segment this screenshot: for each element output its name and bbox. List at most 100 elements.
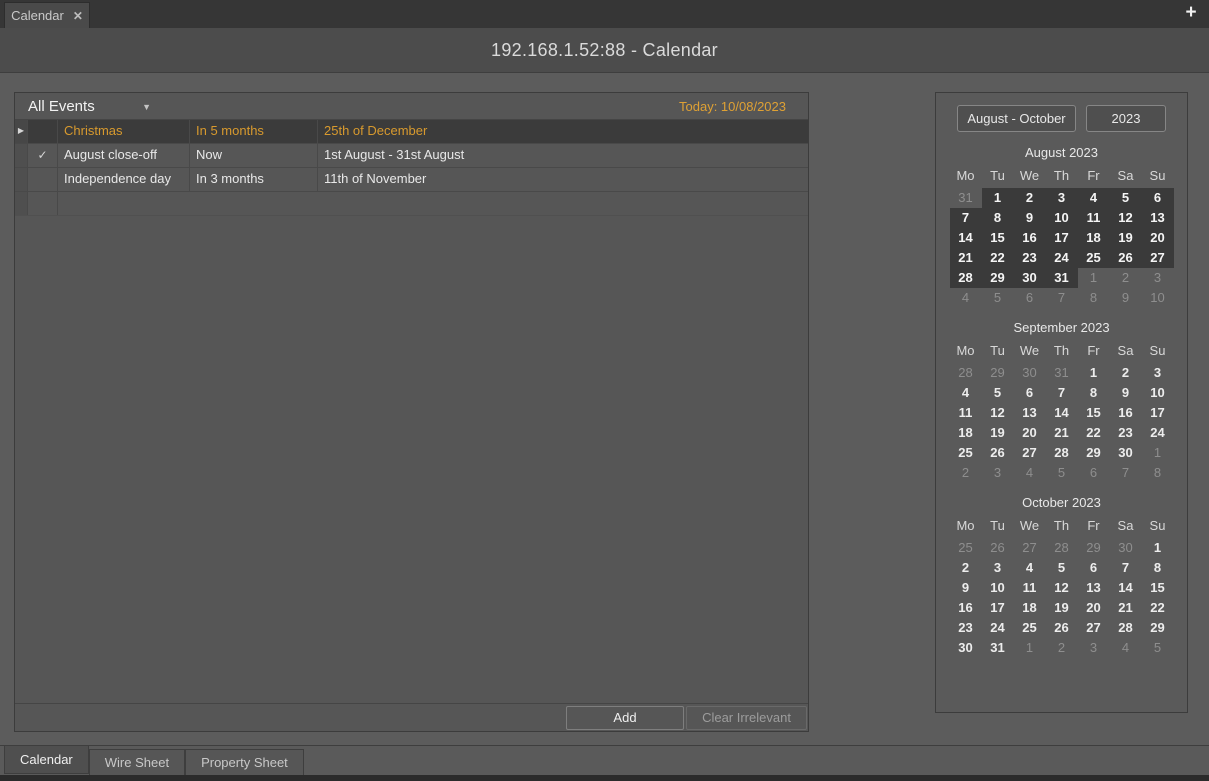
day-cell[interactable]: 9 (950, 578, 982, 598)
day-cell[interactable]: 3 (1142, 268, 1174, 288)
day-cell[interactable]: 13 (1078, 578, 1110, 598)
day-cell[interactable]: 7 (1110, 558, 1142, 578)
day-cell[interactable]: 6 (1014, 288, 1046, 308)
day-cell[interactable]: 5 (1110, 188, 1142, 208)
bottom-tab-calendar[interactable]: Calendar (4, 746, 89, 774)
day-cell[interactable]: 10 (1142, 383, 1174, 403)
day-cell[interactable]: 21 (1110, 598, 1142, 618)
day-cell[interactable]: 7 (950, 208, 982, 228)
day-cell[interactable]: 19 (1046, 598, 1078, 618)
day-cell[interactable]: 20 (1142, 228, 1174, 248)
event-name-cell[interactable]: Christmas (58, 120, 190, 143)
day-cell[interactable]: 20 (1078, 598, 1110, 618)
day-cell[interactable]: 11 (1014, 578, 1046, 598)
day-cell[interactable]: 31 (982, 638, 1014, 658)
day-cell[interactable]: 31 (1046, 363, 1078, 383)
day-cell[interactable]: 18 (1078, 228, 1110, 248)
day-cell[interactable]: 13 (1014, 403, 1046, 423)
day-cell[interactable]: 1 (1078, 363, 1110, 383)
day-cell[interactable]: 7 (1046, 383, 1078, 403)
event-new-row[interactable] (15, 192, 808, 216)
event-date-cell[interactable]: 1st August - 31st August (318, 144, 808, 167)
day-cell[interactable]: 2 (1110, 268, 1142, 288)
day-cell[interactable]: 12 (1110, 208, 1142, 228)
day-cell[interactable]: 6 (1078, 558, 1110, 578)
row-check-cell[interactable] (28, 168, 58, 191)
event-row[interactable]: ✓August close-offNow1st August - 31st Au… (15, 144, 808, 168)
day-cell[interactable]: 28 (1110, 618, 1142, 638)
day-cell[interactable]: 7 (1046, 288, 1078, 308)
day-cell[interactable]: 29 (1078, 443, 1110, 463)
day-cell[interactable]: 27 (1078, 618, 1110, 638)
day-cell[interactable]: 28 (1046, 443, 1078, 463)
event-summary-cell[interactable]: Now (190, 144, 318, 167)
day-cell[interactable]: 16 (1110, 403, 1142, 423)
event-row[interactable]: ▶ChristmasIn 5 months25th of December (15, 120, 808, 144)
day-cell[interactable]: 6 (1014, 383, 1046, 403)
day-cell[interactable]: 30 (1014, 363, 1046, 383)
day-cell[interactable]: 17 (1142, 403, 1174, 423)
close-icon[interactable]: ✕ (73, 9, 83, 23)
day-cell[interactable]: 21 (950, 248, 982, 268)
day-cell[interactable]: 28 (950, 268, 982, 288)
new-tab-button[interactable]: + (1180, 2, 1202, 24)
day-cell[interactable]: 14 (950, 228, 982, 248)
day-cell[interactable]: 27 (1014, 443, 1046, 463)
day-cell[interactable]: 3 (1046, 188, 1078, 208)
day-cell[interactable]: 4 (950, 288, 982, 308)
bottom-tab-property-sheet[interactable]: Property Sheet (185, 749, 304, 776)
day-cell[interactable]: 2 (950, 558, 982, 578)
day-cell[interactable]: 9 (1110, 288, 1142, 308)
day-cell[interactable]: 5 (982, 383, 1014, 403)
day-cell[interactable]: 2 (950, 463, 982, 483)
day-cell[interactable]: 15 (1078, 403, 1110, 423)
day-cell[interactable]: 17 (982, 598, 1014, 618)
add-button[interactable]: Add (566, 706, 684, 730)
row-check-cell[interactable]: ✓ (28, 144, 58, 167)
day-cell[interactable]: 5 (1142, 638, 1174, 658)
day-cell[interactable]: 16 (1014, 228, 1046, 248)
day-cell[interactable]: 22 (1078, 423, 1110, 443)
day-cell[interactable]: 22 (982, 248, 1014, 268)
day-cell[interactable]: 8 (1142, 558, 1174, 578)
day-cell[interactable]: 25 (1014, 618, 1046, 638)
day-cell[interactable]: 7 (1110, 463, 1142, 483)
day-cell[interactable]: 22 (1142, 598, 1174, 618)
day-cell[interactable]: 6 (1142, 188, 1174, 208)
day-cell[interactable]: 4 (1014, 463, 1046, 483)
event-name-cell[interactable]: Independence day (58, 168, 190, 191)
event-summary-cell[interactable]: In 3 months (190, 168, 318, 191)
day-cell[interactable]: 3 (982, 558, 1014, 578)
day-cell[interactable]: 26 (1110, 248, 1142, 268)
day-cell[interactable]: 30 (1110, 443, 1142, 463)
day-cell[interactable]: 28 (1046, 538, 1078, 558)
day-cell[interactable]: 19 (982, 423, 1014, 443)
day-cell[interactable]: 12 (1046, 578, 1078, 598)
day-cell[interactable]: 24 (982, 618, 1014, 638)
day-cell[interactable]: 16 (950, 598, 982, 618)
row-check-cell[interactable] (28, 120, 58, 143)
day-cell[interactable]: 30 (1110, 538, 1142, 558)
day-cell[interactable]: 5 (1046, 558, 1078, 578)
day-cell[interactable]: 13 (1142, 208, 1174, 228)
day-cell[interactable]: 4 (1110, 638, 1142, 658)
clear-irrelevant-button[interactable]: Clear Irrelevant (686, 706, 807, 730)
day-cell[interactable]: 10 (1046, 208, 1078, 228)
day-cell[interactable]: 31 (950, 188, 982, 208)
day-cell[interactable]: 18 (950, 423, 982, 443)
day-cell[interactable]: 21 (1046, 423, 1078, 443)
day-cell[interactable]: 1 (1142, 443, 1174, 463)
day-cell[interactable]: 30 (1014, 268, 1046, 288)
day-cell[interactable]: 1 (1078, 268, 1110, 288)
day-cell[interactable]: 27 (1142, 248, 1174, 268)
day-cell[interactable]: 26 (1046, 618, 1078, 638)
day-cell[interactable]: 29 (982, 268, 1014, 288)
day-cell[interactable]: 10 (982, 578, 1014, 598)
event-name-cell[interactable]: August close-off (58, 144, 190, 167)
day-cell[interactable]: 1 (982, 188, 1014, 208)
events-filter-dropdown[interactable]: All Events ▼ (15, 98, 151, 115)
day-cell[interactable]: 2 (1046, 638, 1078, 658)
day-cell[interactable]: 29 (1142, 618, 1174, 638)
day-cell[interactable]: 9 (1014, 208, 1046, 228)
day-cell[interactable]: 24 (1142, 423, 1174, 443)
